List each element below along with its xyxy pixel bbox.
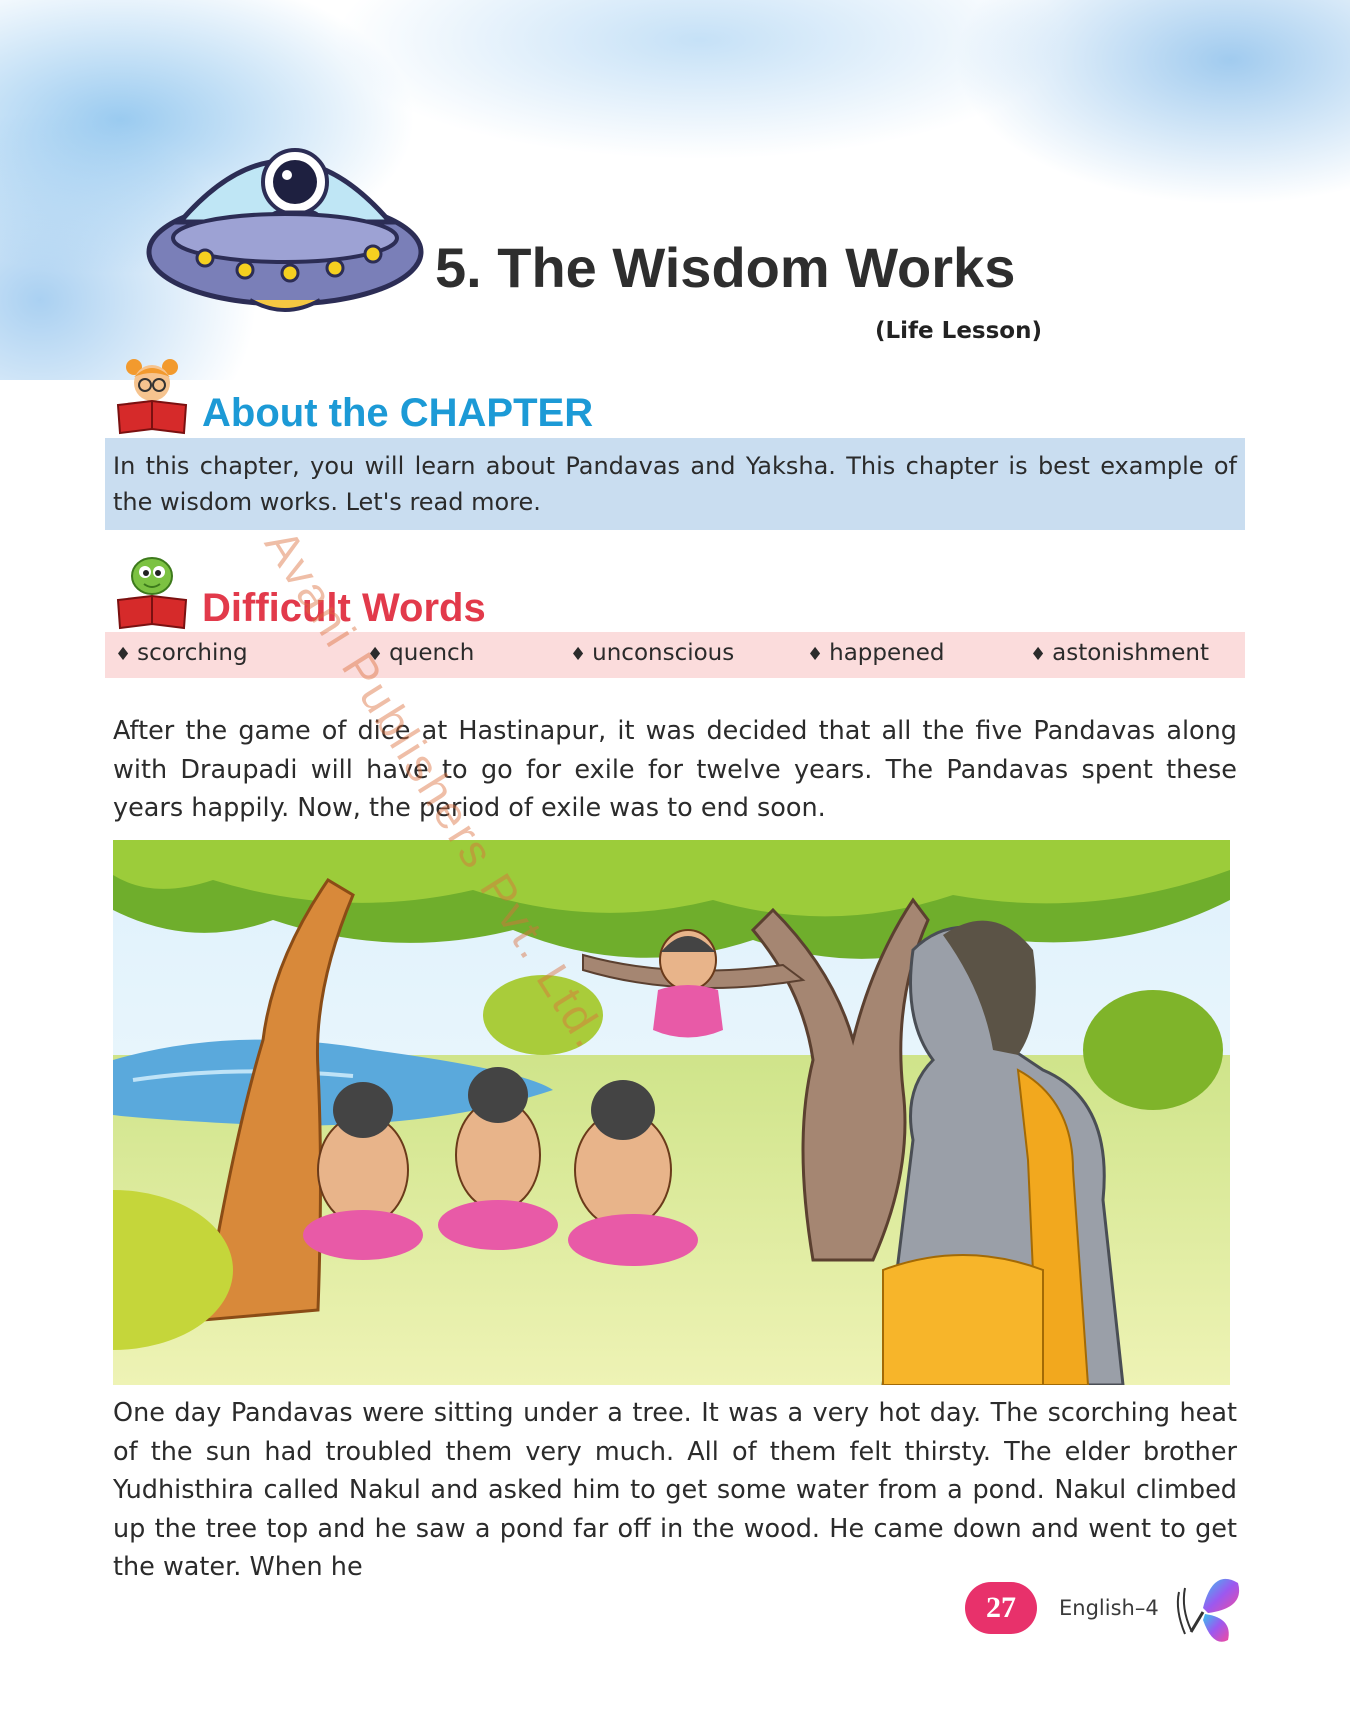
girl-reading-book-icon (116, 359, 188, 435)
difficult-word: ♦ happened (807, 640, 945, 666)
chapter-title: 5. The Wisdom Works (435, 236, 1016, 299)
difficult-words-heading: Difficult Words (112, 550, 486, 630)
page-footer: 27 English–4 (965, 1568, 1243, 1648)
difficult-word: ♦ astonishment (1030, 640, 1209, 666)
diamond-bullet-icon: ♦ (367, 644, 384, 665)
about-chapter-text: In this chapter, you will learn about Pa… (105, 438, 1245, 530)
story-paragraph-1: After the game of dice at Hastinapur, it… (113, 716, 1237, 823)
difficult-word: ♦ quench (367, 640, 475, 666)
worm-reading-book-icon (116, 557, 188, 630)
chapter-subtitle: (Life Lesson) (875, 318, 1042, 344)
ufo-astronaut-icon (146, 148, 424, 312)
diamond-bullet-icon: ♦ (1030, 644, 1047, 665)
diamond-bullet-icon: ♦ (570, 644, 587, 665)
about-chapter-heading: About the CHAPTER (112, 355, 593, 435)
difficult-word: ♦ scorching (115, 640, 248, 666)
butterfly-icon (1176, 1578, 1239, 1642)
about-heading-label: About the CHAPTER (202, 391, 594, 435)
difficult-words-list: ♦ scorching ♦ quench ♦ unconscious ♦ happene… (105, 632, 1245, 678)
difficult-words-label: Difficult Words (202, 586, 486, 630)
page-number-badge: 27 (965, 1582, 1037, 1634)
story-paragraph-2: One day Pandavas were sitting under a tr… (113, 1398, 1237, 1582)
difficult-word: ♦ unconscious (570, 640, 735, 666)
diamond-bullet-icon: ♦ (115, 644, 132, 665)
book-label: English–4 (1059, 1596, 1159, 1620)
diamond-bullet-icon: ♦ (807, 644, 824, 665)
pandavas-under-tree-illustration (113, 840, 1230, 1385)
